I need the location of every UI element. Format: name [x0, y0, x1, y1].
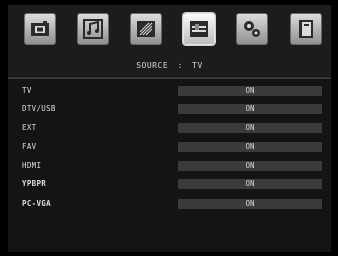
gear-icon	[244, 21, 260, 37]
source-row-label: DTV/USB	[22, 104, 56, 113]
settings-brush-menu-button[interactable]	[130, 13, 162, 45]
source-row-value[interactable]: ON	[178, 179, 322, 189]
picture-menu-button[interactable]	[24, 13, 56, 45]
source-row-value[interactable]: ON	[178, 123, 322, 133]
sound-menu-button[interactable]	[77, 13, 109, 45]
source-row-label: EXT	[22, 123, 37, 132]
source-row-value[interactable]: ON	[178, 86, 322, 96]
input-source-icon	[190, 21, 208, 37]
sound-icon	[83, 19, 103, 39]
source-separator: :	[177, 61, 183, 70]
info-book-menu-button[interactable]	[290, 13, 322, 45]
source-row-ext[interactable]: EXT ON	[8, 122, 331, 134]
source-row-value[interactable]: ON	[178, 142, 322, 152]
current-source-line: SOURCE : TV	[8, 60, 331, 72]
source-row-dtv-usb[interactable]: DTV/USB ON	[8, 103, 331, 115]
info-book-icon	[299, 20, 313, 38]
header-divider	[8, 77, 331, 79]
source-row-pc-vga[interactable]: PC-VGA ON	[8, 198, 331, 210]
menu-header: SOURCE : TV	[8, 5, 331, 76]
source-row-label: TV	[22, 86, 32, 95]
picture-icon	[31, 21, 49, 36]
source-value: TV	[192, 61, 203, 70]
source-row-ypbpr[interactable]: YPBPR ON	[8, 178, 331, 190]
gear-menu-button[interactable]	[236, 13, 268, 45]
source-row-value[interactable]: ON	[178, 199, 322, 209]
source-row-value[interactable]: ON	[178, 104, 322, 114]
source-row-tv[interactable]: TV ON	[8, 85, 331, 97]
source-row-value[interactable]: ON	[178, 161, 322, 171]
source-row-label: HDMI	[22, 161, 42, 170]
menu-icon-row	[24, 13, 324, 47]
source-row-label: YPBPR	[22, 179, 47, 188]
source-row-label: FAV	[22, 142, 37, 151]
source-row-hdmi[interactable]: HDMI ON	[8, 160, 331, 172]
osd-menu-screen: SOURCE : TV TV ON DTV/USB ON EXT ON FAV …	[8, 5, 331, 252]
input-source-menu-button[interactable]	[183, 13, 215, 45]
settings-brush-icon	[137, 21, 155, 37]
source-label: SOURCE	[136, 61, 169, 70]
source-row-label: PC-VGA	[22, 199, 51, 208]
source-row-fav[interactable]: FAV ON	[8, 141, 331, 153]
